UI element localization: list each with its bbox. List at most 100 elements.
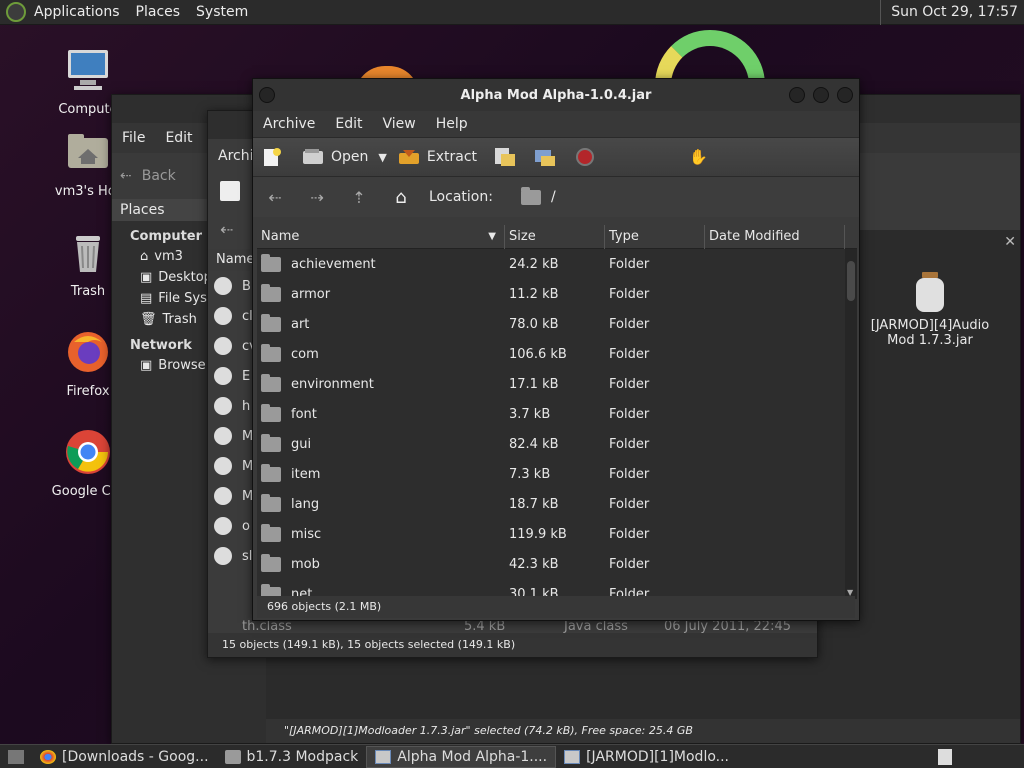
menu-archive[interactable]: Archive — [253, 116, 325, 132]
cell-size: 106.6 kB — [509, 346, 567, 362]
maximize-button[interactable] — [813, 87, 829, 103]
add-folder-icon — [535, 150, 556, 166]
menu-help[interactable]: Help — [426, 116, 478, 132]
menu-system[interactable]: System — [188, 4, 256, 20]
taskbar-item[interactable]: Alpha Mod Alpha-1.... — [366, 745, 557, 768]
file-name: [JARMOD][4]Audio Mod 1.7.3.jar — [870, 318, 990, 348]
menu-view[interactable]: View — [373, 116, 426, 132]
table-row[interactable]: art 78.0 kB Folder — [257, 309, 857, 339]
folder-icon — [224, 749, 241, 764]
network-icon: ▣ — [140, 358, 153, 373]
table-row[interactable]: armor 11.2 kB Folder — [257, 279, 857, 309]
table-row[interactable]: com 106.6 kB Folder — [257, 339, 857, 369]
table-row[interactable]: gui 82.4 kB Folder — [257, 429, 857, 459]
cell-size: 18.7 kB — [509, 496, 559, 512]
cell-size: 42.3 kB — [509, 556, 559, 572]
menu-edit[interactable]: Edit — [325, 116, 372, 132]
window-title: Alpha Mod Alpha-1.0.4.jar — [460, 87, 652, 103]
close-icon[interactable]: ✕ — [1004, 234, 1016, 250]
clock[interactable]: Sun Oct 29, 17:57 — [880, 0, 1024, 25]
archive-icon — [564, 749, 581, 764]
add-folder-button[interactable] — [533, 146, 557, 168]
table-row[interactable]: lang 18.7 kB Folder — [257, 489, 857, 519]
distro-logo-icon[interactable] — [6, 2, 26, 22]
cell-name: mob — [257, 553, 505, 572]
scrollbar-thumb[interactable] — [847, 261, 855, 301]
stop-button[interactable] — [575, 147, 595, 167]
cell-type: Folder — [609, 526, 650, 542]
extract-button[interactable]: Extract — [397, 147, 477, 167]
column-header-size[interactable]: Size — [505, 225, 605, 249]
sort-descending-icon: ▼ — [488, 230, 496, 242]
desktop-icon: ▣ — [140, 270, 153, 285]
home-icon: ⌂ — [140, 249, 149, 264]
arrow-left-icon[interactable]: ⇠ — [220, 220, 233, 239]
menu-edit[interactable]: Edit — [155, 130, 202, 146]
class-file-icon — [214, 487, 232, 505]
table-row[interactable]: mob 42.3 kB Folder — [257, 549, 857, 579]
new-archive-icon[interactable] — [220, 181, 240, 201]
file-item[interactable]: [JARMOD][4]Audio Mod 1.7.3.jar — [870, 270, 990, 348]
window-menu-button[interactable] — [259, 87, 275, 103]
table-row[interactable]: achievement 24.2 kB Folder — [257, 249, 857, 279]
table-row[interactable]: font 3.7 kB Folder — [257, 399, 857, 429]
folder-icon — [261, 433, 281, 452]
class-file-icon — [214, 367, 232, 385]
open-button[interactable]: Open — [301, 147, 368, 167]
arrow-left-icon[interactable]: ⇠ — [261, 183, 289, 211]
column-headers: Name ▼ Size Type Date Modified — [257, 225, 857, 249]
folder-icon — [261, 343, 281, 362]
folder-icon — [261, 553, 281, 572]
cell-name: lang — [257, 493, 505, 512]
taskbar-item[interactable]: [Downloads - Goog... — [32, 746, 217, 768]
status-bar: 696 objects (2.1 MB) — [257, 596, 855, 618]
cell-name: item — [257, 463, 505, 482]
taskbar-item[interactable]: [JARMOD][1]Modlo... — [556, 746, 737, 768]
folder-icon — [261, 373, 281, 392]
stop-icon — [576, 148, 595, 166]
firefox-icon — [68, 332, 108, 372]
table-row[interactable]: environment 17.1 kB Folder — [257, 369, 857, 399]
menu-archive[interactable]: Archi — [218, 148, 254, 164]
location-field[interactable]: / — [551, 189, 556, 205]
arrow-up-icon[interactable]: ⇡ — [345, 183, 373, 211]
back-button[interactable]: ⇠ Back — [120, 161, 176, 191]
scrollbar[interactable]: ▼ — [845, 249, 857, 599]
show-desktop-button[interactable] — [0, 746, 32, 768]
menu-applications[interactable]: Applications — [26, 4, 128, 20]
folder-icon — [261, 313, 281, 332]
arrow-left-icon: ⇠ — [120, 168, 132, 184]
cell-size: 24.2 kB — [509, 256, 559, 272]
folder-icon — [261, 403, 281, 422]
column-header-type[interactable]: Type — [605, 225, 705, 249]
taskbar-item[interactable]: b1.7.3 Modpack — [217, 746, 367, 768]
arrow-right-icon[interactable]: ⇢ — [303, 183, 331, 211]
cell-name: gui — [257, 433, 505, 452]
minimize-button[interactable] — [789, 87, 805, 103]
file-list: Name ▼ Size Type Date Modified achieveme… — [257, 225, 857, 599]
archive-manager-window: Alpha Mod Alpha-1.0.4.jar Archive Edit V… — [252, 78, 860, 621]
folder-icon — [261, 523, 281, 542]
drive-icon: ▤ — [140, 291, 153, 306]
menu-file[interactable]: File — [112, 130, 155, 146]
home-folder-icon — [68, 134, 108, 168]
column-header-date[interactable]: Date Modified — [705, 225, 845, 249]
table-row[interactable]: item 7.3 kB Folder — [257, 459, 857, 489]
table-row[interactable]: misc 119.9 kB Folder — [257, 519, 857, 549]
workspace-switcher[interactable] — [930, 746, 960, 768]
add-files-button[interactable] — [493, 146, 517, 168]
open-dropdown-icon[interactable]: ▼ — [378, 151, 386, 164]
cell-name: armor — [257, 283, 505, 302]
new-archive-button[interactable] — [261, 146, 283, 168]
close-button[interactable] — [837, 87, 853, 103]
jar-file-icon — [916, 272, 944, 312]
home-icon[interactable]: ⌂ — [387, 183, 415, 211]
cell-name: com — [257, 343, 505, 362]
menu-places[interactable]: Places — [128, 4, 189, 20]
column-header-name[interactable]: Name ▼ — [257, 225, 505, 249]
folder-icon — [261, 283, 281, 302]
location-bar: ⇠ ⇢ ⇡ ⌂ Location: / — [253, 177, 859, 217]
class-file-icon — [214, 547, 232, 565]
cell-type: Folder — [609, 496, 650, 512]
title-bar[interactable]: Alpha Mod Alpha-1.0.4.jar — [253, 79, 859, 111]
